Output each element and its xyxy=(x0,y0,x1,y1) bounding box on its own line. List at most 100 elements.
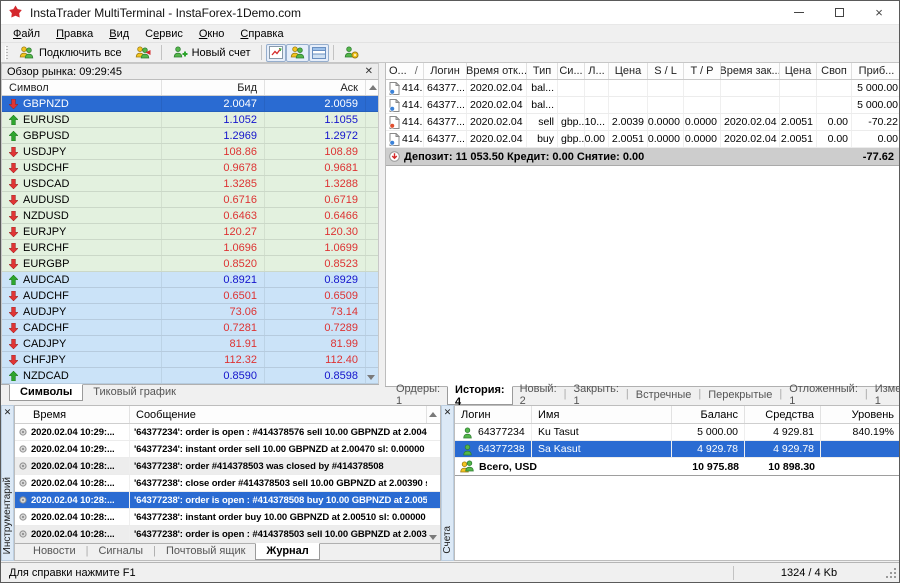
history-row-2[interactable]: 414...64377...2020.02.04 ...bal...5 000.… xyxy=(386,97,900,114)
toolbar: Подключить все Новый счет xyxy=(1,43,899,63)
market-watch-close-icon[interactable]: ✕ xyxy=(365,67,373,77)
history-col-2[interactable]: Логин xyxy=(424,63,467,79)
history-col-6[interactable]: Л... xyxy=(585,63,609,79)
orders-tab-2[interactable]: История: 4 xyxy=(447,386,513,405)
market-row-EURUSD[interactable]: EURUSD1.10521.1055 xyxy=(2,112,378,128)
journal-row-6[interactable]: 2020.02.04 10:28:...'64377238': instant … xyxy=(15,509,440,526)
toolbox-tab-1[interactable]: Новости xyxy=(23,544,86,559)
market-row-CHFJPY[interactable]: CHFJPY112.32112.40 xyxy=(2,352,378,368)
maximize-button[interactable] xyxy=(819,1,859,24)
history-col-8[interactable]: S / L xyxy=(648,63,684,79)
toggle-toolbox-button[interactable] xyxy=(309,44,329,62)
journal-row-4[interactable]: 2020.02.04 10:28:...'64377238': close or… xyxy=(15,475,440,492)
accounts-close-icon[interactable]: ✕ xyxy=(444,407,452,418)
toggle-market-watch-button[interactable] xyxy=(266,44,286,62)
orders-tab-6[interactable]: Перекрытые xyxy=(701,387,779,402)
journal-row-2[interactable]: 2020.02.04 10:29:...'64377234': instant … xyxy=(15,441,440,458)
close-button[interactable]: × xyxy=(859,1,899,24)
menu-item-Правка[interactable]: Правка xyxy=(48,27,101,41)
menu-item-Файл[interactable]: Файл xyxy=(5,27,48,41)
market-row-GBPUSD[interactable]: GBPUSD1.29691.2972 xyxy=(2,128,378,144)
cell-text: buy xyxy=(537,133,554,145)
market-row-CADCHF[interactable]: CADCHF0.72810.7289 xyxy=(2,320,378,336)
journal-row-5[interactable]: 2020.02.04 10:28:...'64377238': order is… xyxy=(15,492,440,509)
history-row-1[interactable]: 414...64377...2020.02.04 ...bal...5 000.… xyxy=(386,80,900,97)
toolbar-grip[interactable] xyxy=(5,46,8,60)
menu-item-Вид[interactable]: Вид xyxy=(101,27,137,41)
history-col-12[interactable]: Своп xyxy=(817,63,852,79)
history-cell: 0.0000 xyxy=(684,114,721,130)
connect-all-button[interactable]: Подключить все xyxy=(12,44,128,62)
cell-text: 0.0000 xyxy=(685,133,717,145)
market-row-CADJPY[interactable]: CADJPY81.9181.99 xyxy=(2,336,378,352)
market-watch-column-header: СимволБидАск xyxy=(1,80,379,96)
history-col-7[interactable]: Цена xyxy=(609,63,648,79)
market-row-USDCAD[interactable]: USDCAD1.32851.3288 xyxy=(2,176,378,192)
disconnect-all-button[interactable] xyxy=(128,44,157,62)
account-row-64377238[interactable]: 64377238Sa Kasut4 929.784 929.78 xyxy=(455,441,900,458)
market-row-EURGBP[interactable]: EURGBP0.85200.8523 xyxy=(2,256,378,272)
orders-tab-5[interactable]: Встречные xyxy=(629,387,699,402)
row-scroll-gutter xyxy=(366,96,380,111)
market-row-GBPNZD[interactable]: GBPNZD2.00472.0059 xyxy=(2,96,378,112)
mw-col-symbol[interactable]: Символ xyxy=(2,80,162,95)
history-col-4[interactable]: Тип xyxy=(527,63,558,79)
journal-row-1[interactable]: 2020.02.04 10:29:...'64377234': order is… xyxy=(15,424,440,441)
history-col-11[interactable]: Цена xyxy=(780,63,817,79)
mw-col-bid[interactable]: Бид xyxy=(162,80,265,95)
toolbox-close-icon[interactable]: ✕ xyxy=(4,407,12,418)
resize-grip[interactable] xyxy=(884,566,898,580)
market-row-AUDCHF[interactable]: AUDCHF0.65010.6509 xyxy=(2,288,378,304)
orders-tab-4[interactable]: Закрыть: 1 xyxy=(566,387,625,402)
market-row-AUDJPY[interactable]: AUDJPY73.0673.14 xyxy=(2,304,378,320)
market-row-AUDUSD[interactable]: AUDUSD0.67160.6719 xyxy=(2,192,378,208)
journal-scroll-up-icon[interactable] xyxy=(429,412,437,417)
market-row-NZDUSD[interactable]: NZDUSD0.64630.6466 xyxy=(2,208,378,224)
journal-message-cell: '64377238': order is open : #414378508 b… xyxy=(130,492,427,508)
mw-col-ask[interactable]: Аск xyxy=(265,80,366,95)
history-col-5[interactable]: Си... xyxy=(558,63,585,79)
history-row-3[interactable]: 414...64377...2020.02.04 ...sellgbp...10… xyxy=(386,114,900,131)
order-doc-icon xyxy=(389,82,400,95)
orders-tab-8[interactable]: Изменить: 1 xyxy=(868,387,900,402)
toolbox-tab-3[interactable]: Почтовый ящик xyxy=(156,544,255,559)
connect-all-icon xyxy=(18,46,35,59)
toolbox-tab-4[interactable]: Журнал xyxy=(255,543,319,560)
symbol-cell: EURGBP xyxy=(2,256,162,271)
minimize-button[interactable] xyxy=(779,1,819,24)
history-col-13[interactable]: Приб... xyxy=(852,63,900,79)
market-row-EURJPY[interactable]: EURJPY120.27120.30 xyxy=(2,224,378,240)
market-watch-tab-1[interactable]: Символы xyxy=(9,384,83,401)
orders-tab-1[interactable]: Ордеры: 1 xyxy=(389,387,447,402)
history-col-10[interactable]: Время зак... xyxy=(721,63,780,79)
journal-scroll-down-icon[interactable] xyxy=(429,535,437,540)
market-row-EURCHF[interactable]: EURCHF1.06961.0699 xyxy=(2,240,378,256)
menu-item-Справка[interactable]: Справка xyxy=(232,27,291,41)
market-watch-tab-2[interactable]: Тиковый график xyxy=(83,385,186,400)
orders-tab-3[interactable]: Новый: 2 xyxy=(513,387,564,402)
account-row-64377234[interactable]: 64377234Ku Tasut5 000.004 929.81840.19% xyxy=(455,424,900,441)
market-row-AUDCAD[interactable]: AUDCAD0.89210.8929 xyxy=(2,272,378,288)
menu-item-Окно[interactable]: Окно xyxy=(191,27,233,41)
account-equity-cell: 4 929.78 xyxy=(745,441,821,457)
market-row-NZDCAD[interactable]: NZDCAD0.85900.8598 xyxy=(2,368,378,384)
journal-row-7[interactable]: 2020.02.04 10:28:...'64377238': order is… xyxy=(15,526,440,543)
account-level-cell xyxy=(821,441,900,457)
market-row-USDJPY[interactable]: USDJPY108.86108.89 xyxy=(2,144,378,160)
history-col-1[interactable]: О.../ xyxy=(386,63,424,79)
symbol-cell: EURJPY xyxy=(2,224,162,239)
toolbox-side-label: Инструментарий xyxy=(2,477,13,554)
toolbox-tab-2[interactable]: Сигналы xyxy=(88,544,153,559)
account-settings-button[interactable] xyxy=(338,44,365,62)
history-col-9[interactable]: T / P xyxy=(684,63,721,79)
toggle-accounts-button[interactable] xyxy=(286,44,309,62)
menu-item-Сервис[interactable]: Сервис xyxy=(137,27,191,41)
mw-scroll-down-icon[interactable] xyxy=(367,375,375,380)
history-col-3[interactable]: Время отк... xyxy=(467,63,527,79)
history-row-4[interactable]: 414...64377...2020.02.04 ...buygbp...0.0… xyxy=(386,131,900,148)
orders-tab-7[interactable]: Отложенный: 1 xyxy=(782,387,865,402)
new-account-button[interactable]: Новый счет xyxy=(166,44,257,62)
journal-row-3[interactable]: 2020.02.04 10:28:...'64377238': order #4… xyxy=(15,458,440,475)
mw-scroll-up-icon[interactable] xyxy=(369,85,377,90)
market-row-USDCHF[interactable]: USDCHF0.96780.9681 xyxy=(2,160,378,176)
